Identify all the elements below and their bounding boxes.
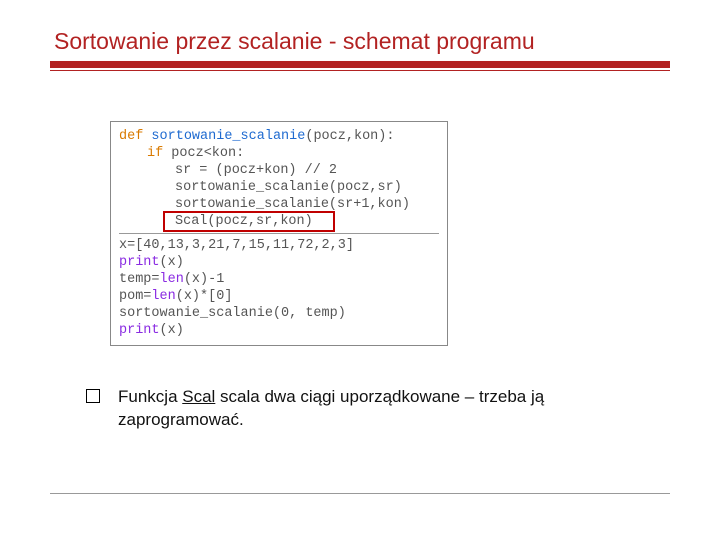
title-rule-thick bbox=[50, 61, 670, 68]
code-line: sortowanie_scalanie(0, temp) bbox=[119, 305, 439, 322]
scal-name: Scal bbox=[182, 387, 215, 406]
code-line: sr = (pocz+kon) // 2 bbox=[119, 162, 439, 179]
code-line: x=[40,13,3,21,7,15,11,72,2,3] bbox=[119, 237, 439, 254]
print-arg: (x) bbox=[160, 255, 184, 270]
if-cond: pocz<kon: bbox=[163, 146, 244, 161]
keyword-print: print bbox=[119, 255, 160, 270]
code-separator bbox=[119, 233, 439, 234]
bullet-icon bbox=[86, 389, 100, 403]
code-block: def sortowanie_scalanie(pocz,kon): if po… bbox=[110, 121, 448, 346]
code-line: sortowanie_scalanie(pocz,sr) bbox=[119, 179, 439, 196]
code-line: temp=len(x)-1 bbox=[119, 271, 439, 288]
bullet-item: Funkcja Scal scala dwa ciągi uporządkowa… bbox=[86, 386, 670, 432]
keyword-len: len bbox=[151, 289, 175, 304]
slide: Sortowanie przez scalanie - schemat prog… bbox=[0, 0, 720, 540]
func-name: sortowanie_scalanie bbox=[151, 129, 305, 144]
keyword-if: if bbox=[147, 146, 163, 161]
code-line: def sortowanie_scalanie(pocz,kon): bbox=[119, 128, 439, 145]
keyword-print: print bbox=[119, 323, 160, 338]
code-line-scal: Scal(pocz,sr,kon) bbox=[119, 213, 439, 230]
code-line: print(x) bbox=[119, 322, 439, 339]
func-params: (pocz,kon): bbox=[305, 129, 394, 144]
slide-title: Sortowanie przez scalanie - schemat prog… bbox=[54, 28, 670, 55]
code-line: if pocz<kon: bbox=[119, 145, 439, 162]
bullet-text: Funkcja Scal scala dwa ciągi uporządkowa… bbox=[118, 386, 638, 432]
title-rule-thin bbox=[50, 70, 670, 71]
print-arg: (x) bbox=[160, 323, 184, 338]
footer-rule bbox=[50, 493, 670, 494]
code-line: print(x) bbox=[119, 254, 439, 271]
code-line: sortowanie_scalanie(sr+1,kon) bbox=[119, 196, 439, 213]
keyword-def: def bbox=[119, 129, 143, 144]
code-line: pom=len(x)*[0] bbox=[119, 288, 439, 305]
keyword-len: len bbox=[160, 272, 184, 287]
